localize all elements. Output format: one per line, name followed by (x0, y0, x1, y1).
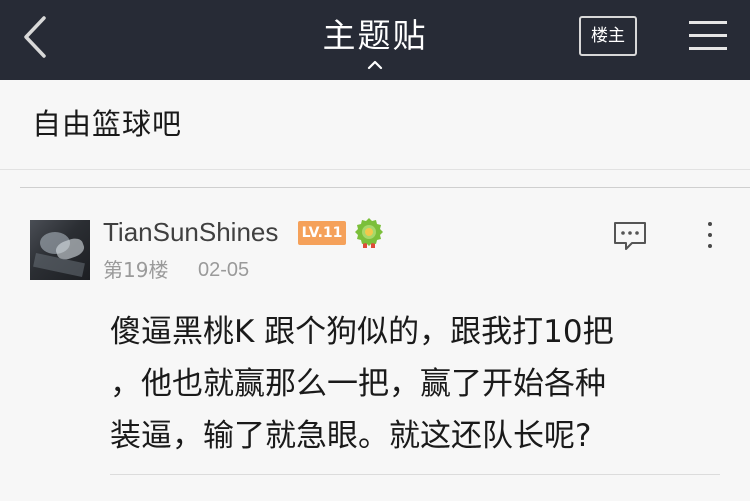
forum-header[interactable]: 自由篮球吧 (0, 80, 750, 170)
divider (110, 474, 720, 475)
avatar[interactable] (30, 220, 90, 280)
post-item: TianSunShines LV.11 第19楼 02-05 傻逼黑桃K 跟个狗… (0, 170, 750, 501)
forum-name[interactable]: 自由篮球吧 (32, 80, 182, 168)
comment-icon (614, 222, 646, 250)
level-badge: LV.11 (298, 221, 346, 245)
owner-only-button[interactable]: 楼主 (579, 16, 637, 56)
username[interactable]: TianSunShines (103, 214, 278, 250)
caret-up-icon[interactable] (366, 58, 384, 70)
post-content: 傻逼黑桃K 跟个狗似的，跟我打10把 ，他也就赢那么一把，赢了开始各种 装逼，输… (110, 306, 710, 462)
divider (20, 187, 750, 188)
medal-icon (354, 217, 384, 249)
post-date: 02-05 (198, 259, 250, 281)
top-navigation-bar: 主题贴 楼主 (0, 0, 750, 80)
content-line: 装逼，输了就急眼。就这还队长呢? (110, 418, 592, 454)
comment-button[interactable] (612, 220, 648, 252)
floor-number: 第19楼 (103, 258, 169, 282)
content-line: ，他也就赢那么一把，赢了开始各种 (110, 366, 606, 402)
hamburger-menu-icon[interactable] (689, 19, 727, 53)
more-vertical-icon[interactable] (700, 218, 720, 252)
content-line: 傻逼黑桃K 跟个狗似的，跟我打10把 (110, 314, 614, 350)
